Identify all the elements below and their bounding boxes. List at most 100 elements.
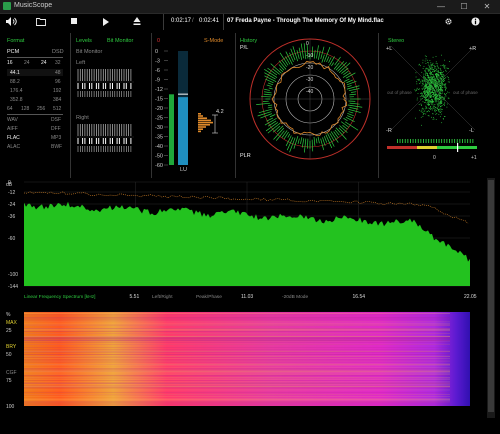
history-spike bbox=[278, 64, 285, 71]
settings-button[interactable] bbox=[441, 14, 455, 30]
stereo-point bbox=[428, 87, 430, 89]
history-spike bbox=[347, 104, 363, 108]
stereo-point bbox=[438, 78, 440, 80]
phase-histogram-bar bbox=[399, 139, 401, 143]
format-title: Format bbox=[7, 38, 25, 44]
stereo-point bbox=[442, 90, 444, 92]
stereo-point bbox=[421, 85, 423, 87]
stereo-point bbox=[441, 76, 443, 78]
scrollbar-thumb[interactable] bbox=[488, 180, 494, 412]
stereo-point bbox=[436, 87, 438, 89]
spectrum-footer-label: -20dB Mode bbox=[282, 294, 308, 300]
play-button[interactable] bbox=[99, 14, 113, 30]
stereo-point bbox=[439, 77, 441, 79]
ring-label: -10 bbox=[306, 53, 313, 59]
stereo-point bbox=[424, 85, 426, 87]
stereo-point bbox=[429, 102, 431, 104]
history-spike bbox=[276, 125, 284, 133]
stereo-point bbox=[430, 92, 432, 94]
maximize-button[interactable]: ☐ bbox=[453, 0, 475, 13]
stereo-point bbox=[444, 65, 446, 66]
spectrogram-tick: MAX bbox=[6, 320, 18, 326]
pcm-label: PCM bbox=[7, 49, 20, 55]
spectrogram-tick: 25 bbox=[6, 328, 12, 334]
stop-button[interactable] bbox=[67, 14, 81, 30]
stereo-point bbox=[416, 79, 418, 80]
stereo-point bbox=[425, 68, 427, 70]
minimize-button[interactable]: — bbox=[430, 0, 452, 13]
stereo-point bbox=[429, 88, 431, 90]
stereo-point bbox=[438, 88, 440, 89]
stereo-point bbox=[415, 76, 417, 78]
info-button[interactable] bbox=[468, 14, 482, 30]
open-folder-icon[interactable] bbox=[34, 14, 48, 30]
stereo-point bbox=[436, 108, 438, 109]
stereo-point bbox=[431, 74, 433, 76]
stereo-point bbox=[416, 99, 418, 101]
stereo-point bbox=[437, 100, 439, 102]
stereo-point bbox=[442, 96, 443, 98]
levels-title: Levels bbox=[76, 38, 92, 44]
spectrogram-tick: 50 bbox=[6, 352, 12, 358]
stereo-point bbox=[425, 100, 426, 101]
stereo-point bbox=[424, 55, 426, 57]
stereo-point bbox=[424, 99, 426, 100]
db-tick: -36 bbox=[8, 214, 15, 220]
stereo-point bbox=[426, 82, 428, 84]
stereo-point bbox=[422, 114, 424, 116]
stereo-point bbox=[446, 93, 448, 95]
stereo-point bbox=[425, 100, 427, 101]
stereo-point bbox=[427, 70, 429, 72]
toolbar-divider bbox=[223, 14, 224, 30]
stereo-point bbox=[432, 107, 434, 109]
stereo-point bbox=[430, 76, 432, 78]
left-level-bar bbox=[169, 94, 174, 165]
stereo-point bbox=[443, 118, 444, 120]
stereo-point bbox=[425, 101, 426, 103]
stereo-point bbox=[440, 99, 442, 101]
stereo-point bbox=[431, 65, 432, 67]
history-spike bbox=[331, 62, 334, 67]
phase-histogram-bar bbox=[433, 139, 435, 143]
close-button[interactable]: ✕ bbox=[476, 0, 498, 13]
stereo-point bbox=[427, 73, 428, 75]
stereo-point bbox=[437, 82, 439, 84]
stereo-point bbox=[428, 93, 430, 95]
stereo-point bbox=[422, 107, 423, 109]
stereo-point bbox=[429, 79, 430, 81]
stereo-point bbox=[422, 80, 423, 82]
stereo-point bbox=[435, 84, 436, 86]
stereo-point bbox=[431, 102, 433, 104]
ring-label: -20 bbox=[306, 65, 313, 71]
loudness-histogram-bar bbox=[198, 119, 211, 122]
stereo-point bbox=[436, 89, 438, 91]
eject-button[interactable] bbox=[130, 14, 144, 30]
stereo-point bbox=[441, 74, 443, 76]
stereo-point bbox=[430, 105, 432, 107]
stereo-point bbox=[437, 67, 439, 69]
stereo-point bbox=[439, 68, 441, 70]
stereo-point bbox=[441, 105, 443, 106]
phase-histogram-bar bbox=[425, 139, 427, 143]
history-spike bbox=[272, 68, 280, 75]
stereo-point bbox=[436, 85, 438, 86]
history-radar: 0 -10 -20 -30 -40 bbox=[249, 38, 371, 160]
bit-monitor-toggle[interactable]: Bit Monitor bbox=[107, 38, 133, 44]
stereo-point bbox=[434, 111, 436, 113]
stereo-point bbox=[429, 78, 431, 80]
stereo-point bbox=[444, 103, 446, 105]
stereo-point bbox=[435, 62, 437, 64]
stereo-point bbox=[437, 109, 439, 111]
stereo-point bbox=[434, 90, 436, 92]
volume-icon[interactable] bbox=[5, 14, 19, 30]
stereo-point bbox=[421, 108, 423, 110]
stereo-point bbox=[443, 98, 445, 100]
stereo-point bbox=[440, 78, 442, 80]
s-mode-toggle[interactable]: S-Mode bbox=[204, 38, 223, 44]
stereo-point bbox=[426, 94, 427, 96]
history-spike bbox=[347, 113, 354, 117]
stereo-point bbox=[443, 75, 445, 77]
stereo-point bbox=[430, 83, 431, 84]
stereo-point bbox=[425, 113, 427, 115]
stereo-point bbox=[430, 68, 432, 70]
